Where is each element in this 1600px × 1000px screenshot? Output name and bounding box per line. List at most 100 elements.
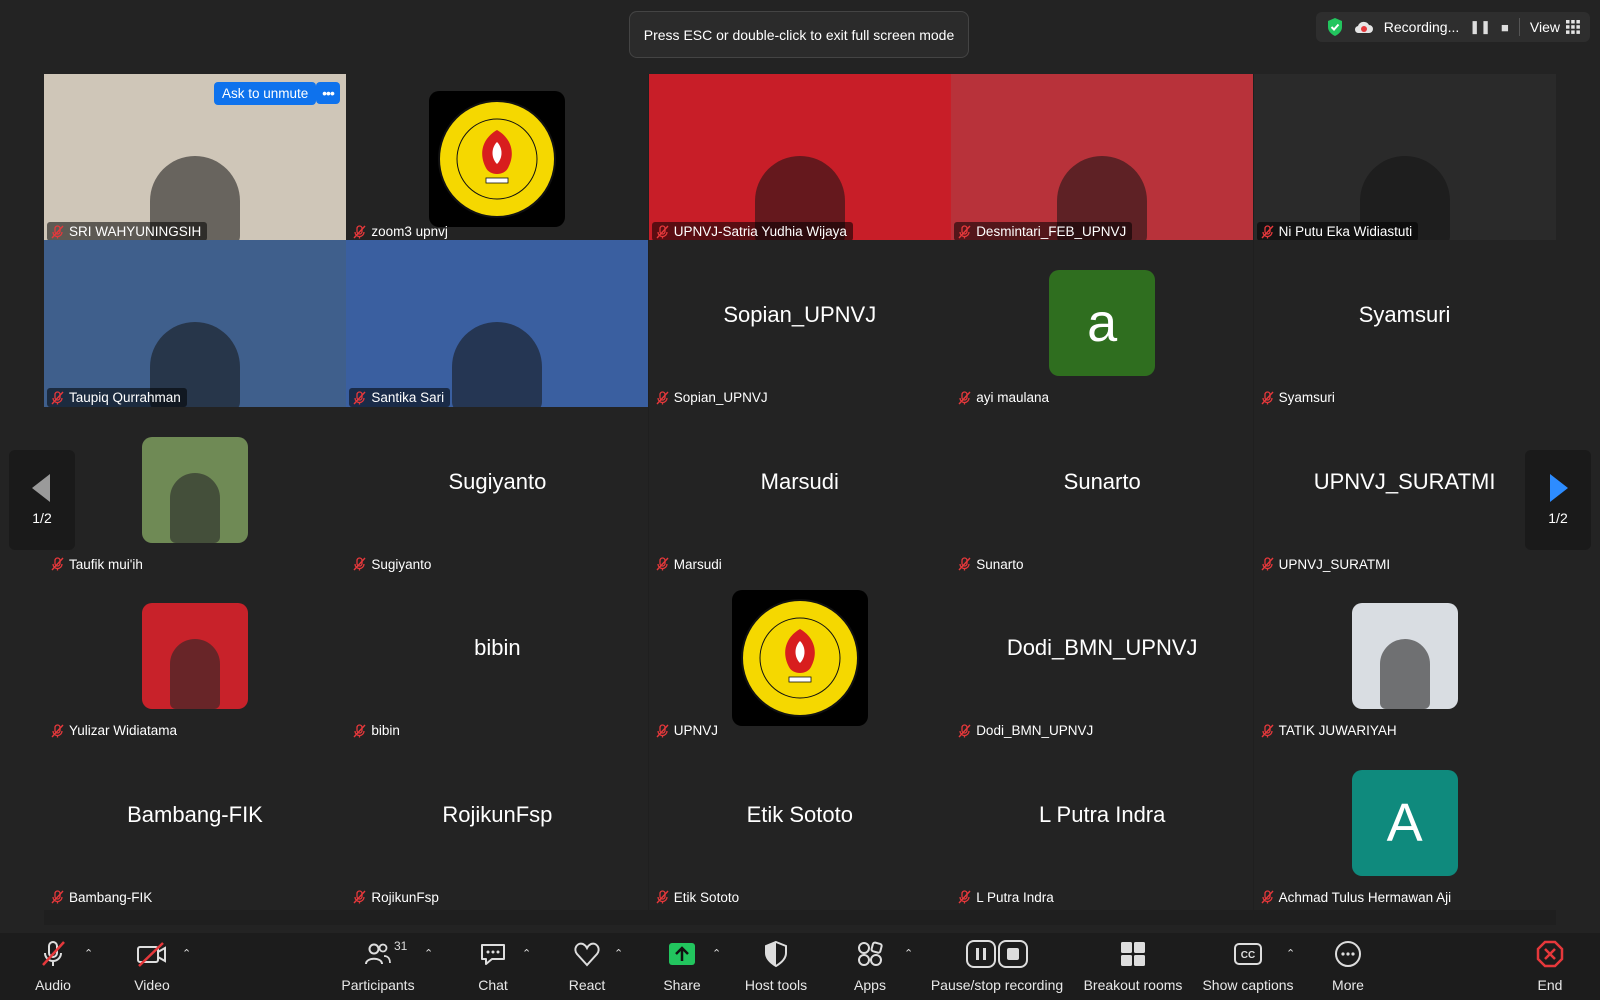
participant-name: Syamsuri (1278, 390, 1335, 406)
audio-options-caret[interactable]: ⌃ (84, 947, 93, 960)
breakout-rooms-label: Breakout rooms (1083, 977, 1183, 993)
shield-icon (765, 940, 787, 968)
participants-button[interactable]: 31 Participants (323, 937, 433, 993)
breakout-rooms-button[interactable]: Breakout rooms (1078, 937, 1188, 993)
participant-tile[interactable]: Bambang-FIK Bambang-FIK (44, 739, 346, 910)
tile-more-options-button[interactable]: ••• (316, 82, 340, 104)
audio-button[interactable]: Audio (0, 937, 108, 993)
show-captions-button[interactable]: CC Show captions (1193, 937, 1303, 993)
previous-page-button[interactable]: 1/2 (9, 450, 75, 550)
participant-tile[interactable]: Taufik mui'ih (44, 406, 346, 577)
apps-icon (858, 941, 883, 966)
participant-tile[interactable]: Marsudi Marsudi (648, 406, 951, 577)
video-options-caret[interactable]: ⌃ (182, 947, 191, 960)
participant-tile[interactable]: a ayi maulana (951, 240, 1254, 411)
display-name-large: Dodi_BMN_UPNVJ (1006, 635, 1198, 661)
mic-muted-icon (1261, 890, 1274, 904)
participant-tile[interactable]: Sunarto Sunarto (951, 406, 1254, 577)
person-silhouette (170, 472, 220, 543)
participant-name: Sopian_UPNVJ (673, 390, 768, 406)
react-button[interactable]: React (532, 937, 642, 993)
mic-muted-icon (1261, 391, 1274, 405)
participant-nameplate: Bambang-FIK (47, 888, 158, 907)
participants-options-caret[interactable]: ⌃ (424, 947, 433, 960)
pause-stop-recording-button[interactable]: Pause/stop recording (922, 937, 1072, 993)
letter-avatar: A (1351, 769, 1458, 876)
profile-logo (429, 91, 566, 227)
meeting-toolbar: Audio ⌃ Video ⌃ 31 Participants ⌃ Chat ⌃ (0, 933, 1600, 1000)
mic-muted-icon (51, 557, 64, 571)
participant-name: Etik Sototo (673, 889, 740, 905)
participant-tile[interactable]: UPNVJ (648, 573, 951, 744)
participant-tile[interactable]: Etik Sototo Etik Sototo (648, 739, 951, 910)
participant-tile[interactable]: bibin bibin (346, 573, 649, 744)
mic-muted-icon (51, 224, 64, 238)
recording-status-bar: Recording... ❚❚ ■ View (1315, 12, 1590, 42)
mic-muted-icon (958, 391, 971, 405)
person-silhouette (1379, 639, 1430, 710)
participant-tile[interactable]: UPNVJ_SURATMI UPNVJ_SURATMI (1253, 406, 1556, 577)
participant-tile[interactable]: A Achmad Tulus Hermawan Aji (1253, 739, 1556, 910)
participant-name: Santika Sari (371, 390, 445, 406)
participant-nameplate: L Putra Indra (954, 888, 1060, 907)
participant-name: Sunarto (976, 556, 1024, 572)
participant-tile[interactable]: SRI WAHYUNINGSIH Ask to unmute ••• (44, 74, 346, 244)
participant-tile[interactable]: zoom3 upnvj (346, 74, 649, 244)
participant-tile[interactable]: Sugiyanto Sugiyanto (346, 406, 649, 577)
participant-name: UPNVJ_SURATMI (1278, 556, 1391, 572)
more-icon (1335, 941, 1361, 967)
video-button[interactable]: Video (97, 937, 207, 993)
participant-nameplate: Dodi_BMN_UPNVJ (954, 721, 1099, 740)
mic-muted-icon (656, 557, 669, 571)
mic-muted-icon (958, 890, 971, 904)
participant-nameplate: Santika Sari (349, 388, 451, 408)
react-options-caret[interactable]: ⌃ (614, 947, 623, 960)
person-silhouette (170, 639, 220, 710)
divider (1518, 18, 1520, 36)
mic-muted-icon (51, 391, 64, 405)
pause-recording-icon[interactable]: ❚❚ (1469, 19, 1491, 35)
participant-nameplate: Ni Putu Eka Widiastuti (1256, 222, 1419, 241)
participant-tile[interactable]: RojikunFsp RojikunFsp (346, 739, 649, 910)
more-button[interactable]: More (1293, 937, 1403, 993)
participant-nameplate: ayi maulana (954, 388, 1055, 407)
participant-name: Yulizar Widiatama (69, 723, 178, 739)
participant-name: zoom3 upnvj (371, 224, 448, 239)
mic-muted-icon (51, 724, 64, 738)
participant-tile[interactable]: Yulizar Widiatama (44, 573, 346, 744)
participant-tile[interactable]: Santika Sari (346, 240, 649, 411)
participant-nameplate: Taupiq Qurrahman (47, 388, 187, 408)
participant-nameplate: bibin (349, 721, 406, 740)
mic-muted-icon (353, 557, 366, 571)
apps-options-caret[interactable]: ⌃ (904, 947, 913, 960)
participant-tile[interactable]: Desmintari_FEB_UPNVJ (951, 74, 1254, 244)
end-label: End (1537, 977, 1563, 993)
next-page-button[interactable]: 1/2 (1525, 450, 1591, 550)
participant-tile[interactable]: Dodi_BMN_UPNVJ Dodi_BMN_UPNVJ (951, 573, 1254, 744)
upnvj-logo-icon (740, 599, 859, 718)
mic-muted-icon (1261, 557, 1274, 571)
grid-view-icon (1566, 20, 1580, 34)
participant-nameplate: Sugiyanto (349, 555, 437, 574)
stop-recording-icon[interactable]: ■ (1501, 20, 1509, 35)
share-options-caret[interactable]: ⌃ (712, 947, 721, 960)
participant-tile[interactable]: TATIK JUWARIYAH (1253, 573, 1556, 744)
view-button[interactable]: View (1530, 19, 1580, 35)
upnvj-logo-icon (438, 100, 557, 218)
apps-button[interactable]: Apps (815, 937, 925, 993)
participant-nameplate: RojikunFsp (349, 888, 445, 907)
participant-tile[interactable]: Sopian_UPNVJ Sopian_UPNVJ (648, 240, 951, 411)
camera-off-icon (137, 942, 166, 967)
participant-tile[interactable]: Taupiq Qurrahman (44, 240, 346, 411)
participant-name: UPNVJ (673, 723, 719, 739)
participant-tile[interactable]: Syamsuri Syamsuri (1253, 240, 1556, 411)
chat-options-caret[interactable]: ⌃ (522, 947, 531, 960)
participant-tile[interactable]: Ni Putu Eka Widiastuti (1253, 74, 1556, 244)
profile-logo (731, 590, 868, 727)
participant-tile[interactable]: L Putra Indra L Putra Indra (951, 739, 1254, 910)
participant-tile[interactable]: UPNVJ-Satria Yudhia Wijaya (648, 74, 951, 244)
ask-to-unmute-button[interactable]: Ask to unmute (214, 82, 317, 105)
person-silhouette (452, 321, 543, 411)
end-meeting-button[interactable]: End (1520, 937, 1580, 993)
mic-muted-icon (656, 391, 669, 405)
